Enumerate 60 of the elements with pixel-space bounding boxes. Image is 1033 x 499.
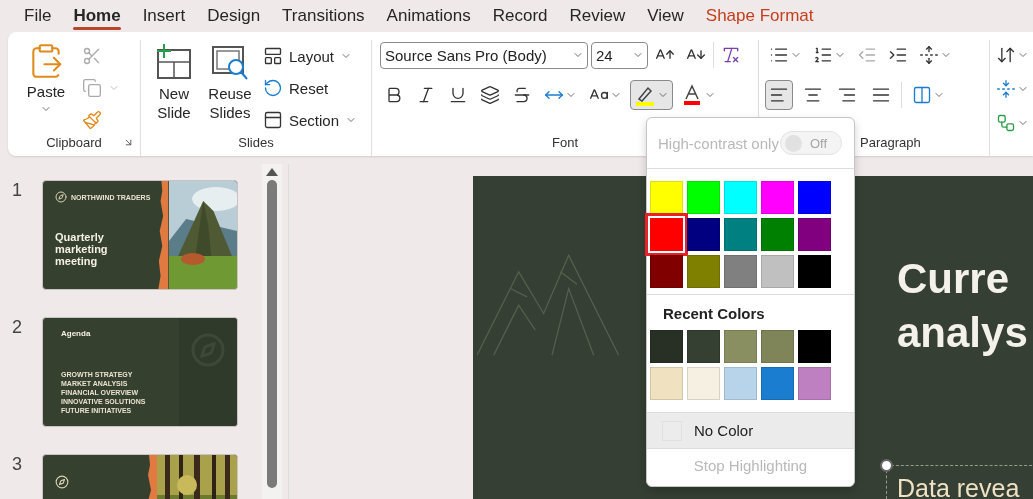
text-direction-icon (996, 45, 1016, 65)
section-heading: Recent Colors (662, 304, 766, 324)
highlight-button[interactable] (630, 80, 673, 110)
paste-button[interactable]: Paste (22, 40, 70, 134)
reuse-slides-button[interactable]: Reuse Slides (203, 40, 257, 134)
slide-title: Agenda (61, 328, 92, 340)
strikethrough-icon (512, 85, 532, 105)
toggle-label: High-contrast only (658, 134, 779, 152)
underline-icon (448, 85, 468, 105)
menu-tab[interactable]: File (13, 0, 63, 32)
body-text: Data revea (897, 474, 1020, 499)
slide-number: 1 (11, 180, 23, 201)
highlighter-icon (634, 84, 656, 106)
group-label: Font (552, 134, 578, 152)
scissors-icon (82, 46, 102, 66)
clear-formatting-icon (721, 45, 741, 65)
reset-button[interactable]: Reset (261, 74, 360, 102)
group-label: Paragraph (860, 134, 921, 152)
color-swatch[interactable] (645, 213, 688, 256)
menu-tab[interactable]: Shape Format (694, 0, 825, 32)
slide-title: analys (897, 308, 1028, 358)
menu-tab[interactable]: Review (558, 0, 637, 32)
group-label: Clipboard (46, 134, 102, 152)
dialog-launcher-icon[interactable] (123, 137, 134, 148)
section-icon (263, 110, 283, 130)
slide-number: 2 (11, 317, 23, 338)
slide-title: Curre (897, 254, 1011, 304)
slide-title: Quarterly marketing meeting (55, 231, 109, 267)
compass-icon (55, 475, 69, 489)
menu-tab[interactable]: Transitions (271, 0, 376, 32)
numbering-icon (813, 45, 833, 65)
font-color-icon (681, 84, 703, 106)
new-slide-button[interactable]: New Slide (149, 40, 199, 134)
scroll-up-arrow-icon[interactable] (266, 168, 278, 176)
group-label: Slides (238, 134, 274, 152)
menu-tab[interactable]: Design (196, 0, 272, 32)
menu-tab[interactable]: Record (481, 0, 559, 32)
align-text-icon (996, 79, 1016, 99)
copy-icon (82, 78, 102, 98)
section-button[interactable]: Section (261, 106, 360, 134)
paintbrush-icon (82, 110, 102, 130)
layout-button[interactable]: Layout (261, 42, 360, 70)
layout-icon (263, 46, 283, 66)
menu-tab[interactable]: View (636, 0, 695, 32)
line-spacing-icon (919, 45, 939, 65)
reset-icon (263, 78, 283, 98)
align-button[interactable] (765, 80, 793, 110)
font-size-field[interactable]: 24 (591, 41, 648, 69)
font-name-field[interactable]: Source Sans Pro (Body) (380, 41, 588, 69)
columns-icon (912, 85, 932, 105)
menu-tab[interactable]: Animations (375, 0, 482, 32)
new-slide-icon (154, 42, 194, 82)
menu-tab[interactable]: Home (62, 0, 132, 32)
menu-tab[interactable]: Insert (131, 0, 197, 32)
resize-handle[interactable] (880, 459, 893, 472)
compass-icon (55, 191, 67, 203)
slide-number: 3 (11, 454, 23, 475)
scrollbar-thumb[interactable] (267, 180, 277, 488)
no-color-item[interactable]: No Color (647, 412, 854, 449)
scrollbar[interactable] (262, 164, 282, 499)
